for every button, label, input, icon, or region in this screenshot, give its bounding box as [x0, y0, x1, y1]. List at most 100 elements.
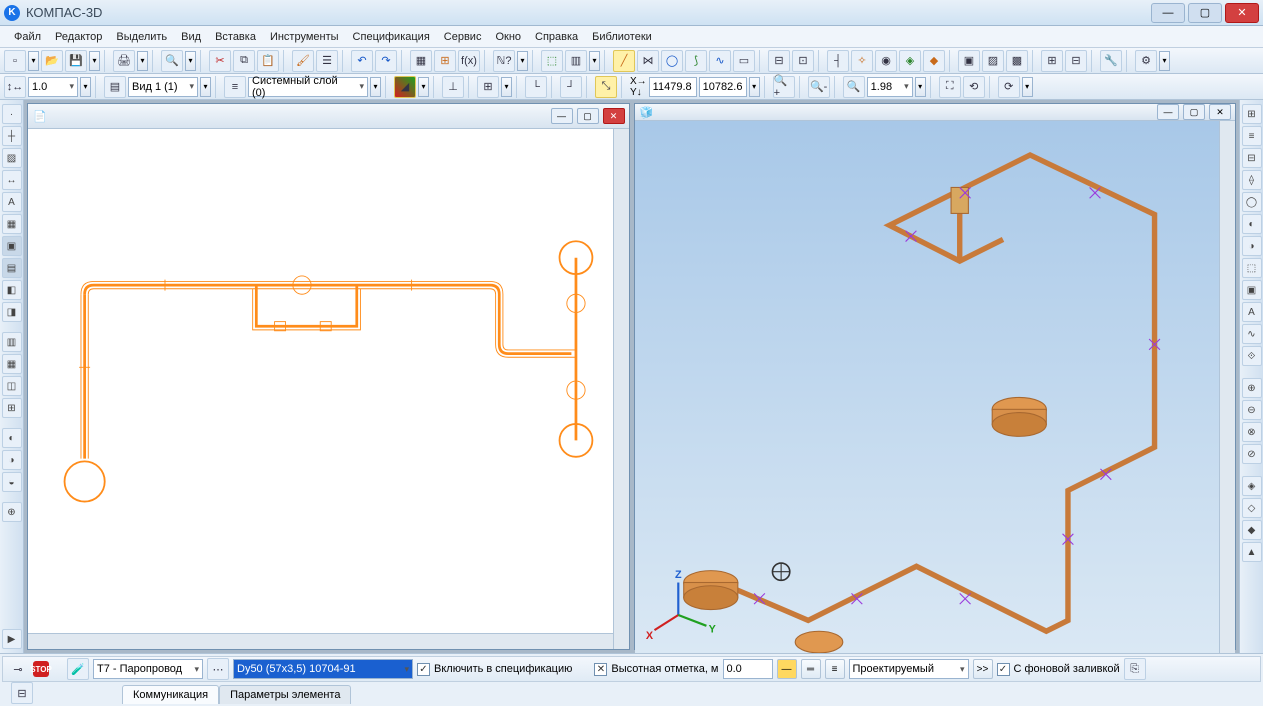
- coord-y-input[interactable]: [699, 77, 747, 97]
- canvas-3d[interactable]: Z X Y: [635, 121, 1220, 653]
- rtool-10-icon[interactable]: А: [1242, 302, 1262, 322]
- rtool-7-icon[interactable]: ◑: [1242, 236, 1262, 256]
- rtool-2-icon[interactable]: ≡: [1242, 126, 1262, 146]
- format-painter-button[interactable]: 🖌: [292, 50, 314, 72]
- refresh-button[interactable]: ⟳: [998, 76, 1020, 98]
- window-minimize-button[interactable]: —: [1151, 3, 1185, 23]
- views-button[interactable]: ▤: [104, 76, 126, 98]
- stop-icon[interactable]: STOP: [33, 661, 49, 677]
- tool-i-button[interactable]: ⊞: [1041, 50, 1063, 72]
- fx-button[interactable]: f(x): [458, 50, 480, 72]
- style-dropdown[interactable]: ▾: [418, 77, 429, 97]
- doc-3d-close-button[interactable]: ✕: [1209, 104, 1231, 120]
- snap-a-button[interactable]: └: [525, 76, 547, 98]
- param-end-button[interactable]: ⎘: [1124, 658, 1146, 680]
- rtool-12-icon[interactable]: ⟐: [1242, 346, 1262, 366]
- redo-button[interactable]: ↷: [375, 50, 397, 72]
- menu-file[interactable]: Файл: [8, 29, 47, 45]
- lib-dropdown[interactable]: ▾: [589, 51, 600, 71]
- layer-spinner[interactable]: ▾: [370, 77, 381, 97]
- print-dropdown[interactable]: ▾: [137, 51, 148, 71]
- variables-button[interactable]: ⊞: [434, 50, 456, 72]
- vtool-g12-icon[interactable]: ⊕: [2, 502, 22, 522]
- view-spinner[interactable]: ▾: [200, 77, 211, 97]
- vtool-g1-icon[interactable]: ▣: [2, 236, 22, 256]
- rtool-17-icon[interactable]: ◈: [1242, 476, 1262, 496]
- menu-view[interactable]: Вид: [175, 29, 207, 45]
- preview-dropdown[interactable]: ▾: [185, 51, 196, 71]
- rtool-9-icon[interactable]: ▣: [1242, 280, 1262, 300]
- pipe-spec-select[interactable]: Dy50 (57x3,5) 10704-91: [233, 659, 413, 679]
- mode-b-button[interactable]: ═: [801, 659, 821, 679]
- context-help-button[interactable]: ℕ?: [493, 50, 515, 72]
- save-button[interactable]: 💾: [65, 50, 87, 72]
- canvas-2d[interactable]: [28, 129, 613, 633]
- vtool-g7-icon[interactable]: ◫: [2, 376, 22, 396]
- layers-button[interactable]: ≡: [224, 76, 246, 98]
- rtool-1-icon[interactable]: ⊞: [1242, 104, 1262, 124]
- preview-button[interactable]: 🔍: [161, 50, 183, 72]
- auto-line-button[interactable]: ⋈: [637, 50, 659, 72]
- ortho-button[interactable]: ⊥: [442, 76, 464, 98]
- rtool-11-icon[interactable]: ∿: [1242, 324, 1262, 344]
- tool-b-button[interactable]: ✧: [851, 50, 873, 72]
- snap-c-button[interactable]: ⤡: [595, 76, 617, 98]
- vtool-g8-icon[interactable]: ⊞: [2, 398, 22, 418]
- doc-3d-minimize-button[interactable]: —: [1157, 104, 1179, 120]
- tool-d-button[interactable]: ◈: [899, 50, 921, 72]
- tool-l-dropdown[interactable]: ▾: [1159, 51, 1170, 71]
- doc-2d-hscroll[interactable]: [28, 633, 613, 649]
- vtool-g4-icon[interactable]: ◨: [2, 302, 22, 322]
- refresh-dropdown[interactable]: ▾: [1022, 77, 1033, 97]
- rtool-20-icon[interactable]: ▲: [1242, 542, 1262, 562]
- vtool-point-icon[interactable]: ·: [2, 104, 22, 124]
- window-close-button[interactable]: ✕: [1225, 3, 1259, 23]
- rtool-19-icon[interactable]: ◆: [1242, 520, 1262, 540]
- mode-c-button[interactable]: ≡: [825, 659, 845, 679]
- scale-select[interactable]: 1.0: [28, 77, 78, 97]
- vtool-g9-icon[interactable]: ◐: [2, 428, 22, 448]
- vtool-table-icon[interactable]: ▦: [2, 214, 22, 234]
- elev-input[interactable]: [723, 659, 773, 679]
- zoom-out-button[interactable]: 🔍-: [808, 76, 830, 98]
- vtool-g11-icon[interactable]: ◒: [2, 472, 22, 492]
- elev-lock-checkbox[interactable]: ✕: [594, 663, 607, 676]
- rect-tool-button[interactable]: ▭: [733, 50, 755, 72]
- param-pin-icon[interactable]: ⊸: [7, 658, 29, 680]
- doc-3d-maximize-button[interactable]: ▢: [1183, 104, 1205, 120]
- lib-mgr-button[interactable]: ⬚: [541, 50, 563, 72]
- help-dropdown[interactable]: ▾: [517, 51, 528, 71]
- zoom-select[interactable]: 1.98: [867, 77, 913, 97]
- include-spec-checkbox[interactable]: ✓: [417, 663, 430, 676]
- view-select[interactable]: Вид 1 (1): [128, 77, 198, 97]
- scale-spinner[interactable]: ▾: [80, 77, 91, 97]
- layer-select[interactable]: Системный слой (0): [248, 77, 368, 97]
- tool-l-button[interactable]: ⚙: [1135, 50, 1157, 72]
- menu-insert[interactable]: Вставка: [209, 29, 262, 45]
- vtool-dim-icon[interactable]: ↔: [2, 170, 22, 190]
- menu-help[interactable]: Справка: [529, 29, 584, 45]
- vtool-g2-icon[interactable]: ▤: [2, 258, 22, 278]
- window-maximize-button[interactable]: ▢: [1188, 3, 1222, 23]
- new-doc-dropdown[interactable]: ▾: [28, 51, 39, 71]
- doc-2d-minimize-button[interactable]: —: [551, 108, 573, 124]
- dim-button-1[interactable]: ⊟: [768, 50, 790, 72]
- save-dropdown[interactable]: ▾: [89, 51, 100, 71]
- new-doc-button[interactable]: ▫: [4, 50, 26, 72]
- vtool-aux-line-icon[interactable]: ┼: [2, 126, 22, 146]
- rtool-6-icon[interactable]: ◐: [1242, 214, 1262, 234]
- rtool-4-icon[interactable]: ⟠: [1242, 170, 1262, 190]
- coord-sys-button[interactable]: ↕↔: [4, 76, 26, 98]
- vtool-g3-icon[interactable]: ◧: [2, 280, 22, 300]
- open-button[interactable]: 📂: [41, 50, 63, 72]
- menu-tools[interactable]: Инструменты: [264, 29, 345, 45]
- vtool-bottom-icon[interactable]: ▶: [2, 629, 22, 649]
- paste-button[interactable]: 📋: [257, 50, 279, 72]
- vtool-g6-icon[interactable]: ▦: [2, 354, 22, 374]
- zoom-window-button[interactable]: 🔍: [843, 76, 865, 98]
- lib-list-button[interactable]: ▥: [565, 50, 587, 72]
- rtool-13-icon[interactable]: ⊕: [1242, 378, 1262, 398]
- spec-button[interactable]: ▦: [410, 50, 432, 72]
- zoom-prev-button[interactable]: ⟲: [963, 76, 985, 98]
- tool-a-button[interactable]: ┤: [827, 50, 849, 72]
